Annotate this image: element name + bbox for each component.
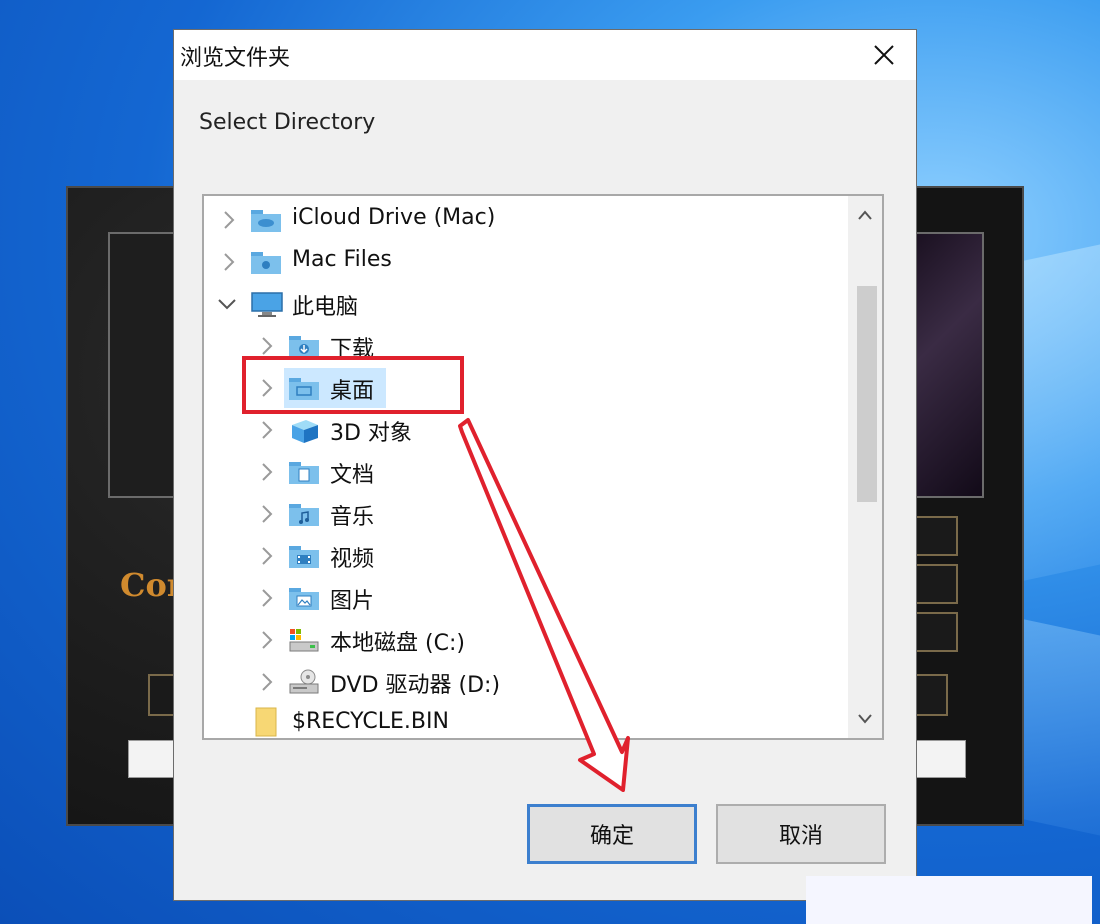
annotation-arrow [458,418,630,792]
taskbar-fragment [806,876,1092,924]
